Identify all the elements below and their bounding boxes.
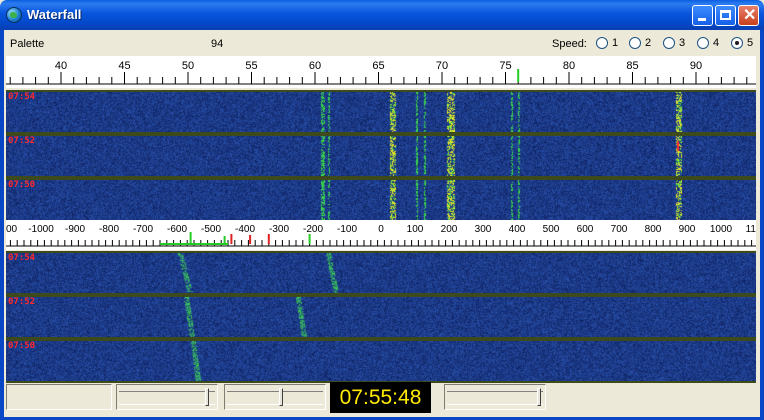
status-field: [6, 384, 112, 410]
globe-icon: [6, 7, 22, 23]
close-icon: ✕: [743, 7, 757, 24]
ruler-label: -400: [235, 224, 255, 235]
radio-icon: [596, 37, 608, 49]
ruler-label: 800: [645, 224, 662, 235]
ruler-label: 55: [245, 60, 257, 72]
timestamp-label: 07:54: [8, 253, 36, 263]
speed-radio-4[interactable]: 4: [697, 37, 719, 49]
minimize-icon: [698, 18, 706, 21]
title-bar[interactable]: Waterfall ✕: [0, 0, 764, 30]
ruler-label: -500: [201, 224, 221, 235]
frequency-scale: 40 45 50 55 60 65 70 75 80 85 90: [6, 60, 756, 85]
timestamp-label: 07:54: [8, 92, 36, 102]
ruler-label: 80: [563, 60, 575, 72]
palette-label: Palette: [10, 38, 45, 50]
slider-track: [119, 391, 215, 405]
clock-display: 07:55:48: [330, 382, 431, 413]
tune-marker: [517, 69, 520, 82]
ruler-label: 45: [118, 60, 130, 72]
waterfall-panel-top-1[interactable]: 07:54: [6, 90, 756, 134]
waterfall-canvas: [6, 180, 756, 220]
ruler-label: 1000: [710, 224, 733, 235]
ruler-label: -200: [303, 224, 323, 235]
ruler-label: 700: [611, 224, 628, 235]
window-frame-right: [760, 30, 764, 420]
settings-bar: Palette 94 Speed: 1 2 3 4 5: [4, 31, 760, 55]
waterfall-canvas: [6, 253, 756, 293]
ruler-label: -100: [337, 224, 357, 235]
ruler-label: -300: [269, 224, 289, 235]
slider-2[interactable]: [224, 384, 326, 410]
ruler-label: 00: [6, 224, 18, 235]
ruler-label: 75: [499, 60, 511, 72]
timestamp-label: 07:50: [8, 341, 36, 351]
timestamp-label: 07:50: [8, 180, 36, 190]
ruler-label: 85: [626, 60, 638, 72]
ruler-label: -800: [99, 224, 119, 235]
maximize-icon: [720, 10, 731, 20]
signal-marker: [308, 234, 311, 244]
ruler-label: 65: [372, 60, 384, 72]
ruler-label: 600: [577, 224, 594, 235]
ruler-label: 60: [309, 60, 321, 72]
slider-3[interactable]: [444, 384, 546, 410]
offset-scale: 00 -1000 -900 -800 -700 -600 -500 -400 -300 -200-…: [6, 224, 756, 247]
ruler-label: 200: [441, 224, 458, 235]
radio-icon: [629, 37, 641, 49]
signal-marker: [230, 234, 233, 244]
speed-radio-5[interactable]: 5: [731, 37, 753, 49]
ruler-label: 70: [436, 60, 448, 72]
speed-label: Speed:: [552, 38, 587, 50]
close-button[interactable]: ✕: [738, 5, 759, 26]
window-frame-left: [0, 30, 4, 420]
speed-radio-1[interactable]: 1: [596, 37, 618, 49]
ruler-label: 900: [679, 224, 696, 235]
window-title: Waterfall: [27, 7, 82, 22]
waterfall-panel-bottom-2[interactable]: 07:52: [6, 295, 756, 339]
signal-marker: [267, 234, 270, 244]
slider-thumb[interactable]: [537, 388, 541, 406]
waterfall-panel-top-2[interactable]: 07:52: [6, 134, 756, 178]
ruler-label: 400: [509, 224, 526, 235]
ruler-label: -700: [133, 224, 153, 235]
ruler-label: -1000: [28, 224, 54, 235]
waterfall-canvas: [6, 136, 756, 176]
waterfall-canvas: [6, 297, 756, 337]
frequency-ruler-top[interactable]: 40 45 50 55 60 65 70 75 80 85 90: [6, 56, 756, 88]
speed-radio-2[interactable]: 2: [629, 37, 651, 49]
ruler-label: 0: [378, 224, 384, 235]
timestamp-label: 07:52: [8, 297, 36, 307]
slider-1[interactable]: [116, 384, 218, 410]
ruler-label: 300: [475, 224, 492, 235]
waterfall-panel-top-3[interactable]: 07:50: [6, 178, 756, 222]
waterfall-panel-bottom-3[interactable]: 07:50: [6, 339, 756, 383]
slider-track: [227, 391, 323, 405]
waterfall-panel-bottom-1[interactable]: 07:54: [6, 251, 756, 295]
signal-marker: [249, 235, 252, 244]
ruler-label: 50: [182, 60, 194, 72]
waterfall-canvas: [6, 341, 756, 381]
ruler-label: 100: [407, 224, 424, 235]
ruler-label: 11: [746, 224, 756, 235]
ruler-label: 90: [690, 60, 702, 72]
timestamp-label: 07:52: [8, 136, 36, 146]
slider-track: [447, 391, 543, 405]
ruler-label: 40: [55, 60, 67, 72]
offset-ruler-bottom[interactable]: 00 -1000 -900 -800 -700 -600 -500 -400 -300 -200-…: [6, 220, 756, 250]
signal-marker: [189, 232, 192, 244]
slider-thumb[interactable]: [205, 388, 209, 406]
ruler-label: -600: [167, 224, 187, 235]
minimize-button[interactable]: [692, 5, 713, 26]
signal-marker: [223, 236, 226, 244]
radio-icon: [663, 37, 675, 49]
ruler-label: 500: [543, 224, 560, 235]
waterfall-canvas: [6, 92, 756, 132]
speed-radio-3[interactable]: 3: [663, 37, 685, 49]
maximize-button[interactable]: [715, 5, 736, 26]
radio-icon: [697, 37, 709, 49]
slider-thumb[interactable]: [279, 388, 283, 406]
ruler-label: -900: [65, 224, 85, 235]
palette-value[interactable]: 94: [211, 38, 223, 50]
radio-icon: [731, 37, 743, 49]
